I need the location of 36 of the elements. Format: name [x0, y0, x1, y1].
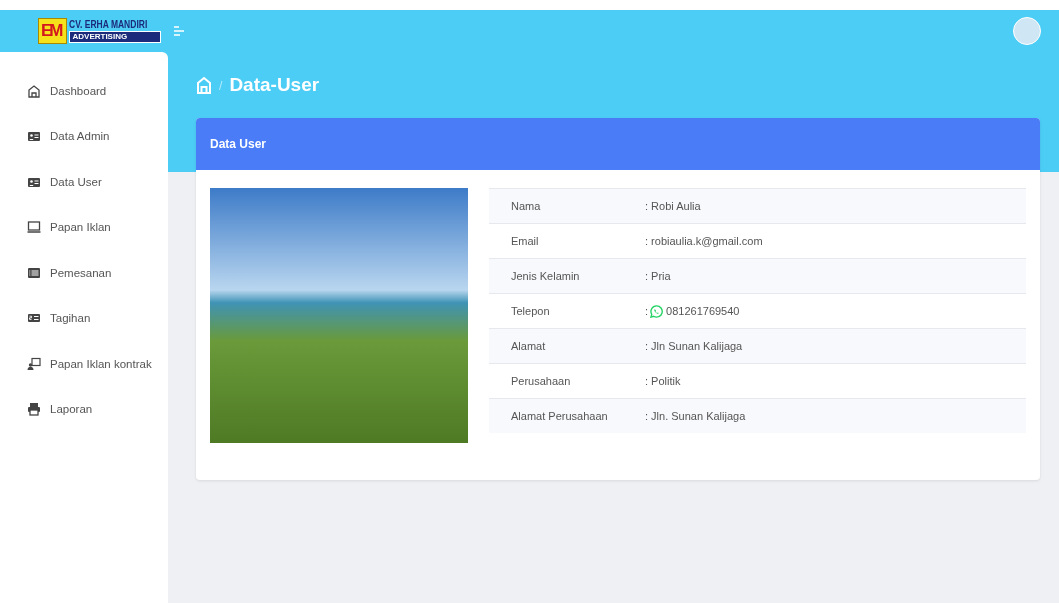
id-card-icon [27, 129, 41, 144]
field-label: Jenis Kelamin [510, 270, 581, 282]
sidebar-item[interactable]: Data User [0, 159, 168, 205]
monitor-icon [27, 220, 41, 235]
avatar[interactable] [1013, 17, 1041, 45]
field-label: Perusahaan [510, 375, 572, 387]
home-icon[interactable] [196, 76, 212, 94]
sidebar-item[interactable]: Data Admin [0, 113, 168, 159]
printer-icon [27, 402, 41, 417]
field-value: : Pria [645, 270, 671, 282]
sidebar-item[interactable]: Papan Iklan [0, 204, 168, 250]
field-label: Alamat Perusahaan [510, 410, 609, 422]
phone-number: 081261769540 [666, 305, 740, 317]
sidebar-item[interactable]: Dashboard [0, 68, 168, 114]
sidebar-item[interactable]: Laporan [0, 386, 168, 432]
field-value: : Jln Sunan Kalijaga [645, 340, 743, 352]
page-title: Data-User [229, 74, 320, 96]
field-label: Email [510, 235, 540, 247]
sidebar-item[interactable]: Pemesanan [0, 250, 168, 296]
home-icon [27, 83, 41, 98]
field-label: Alamat [510, 340, 547, 352]
field-value: : Politik [645, 375, 681, 387]
breadcrumb-separator: / [219, 79, 223, 91]
field-value: : Robi Aulia [645, 200, 701, 212]
card-title: Data User [210, 137, 267, 151]
menu-icon[interactable] [172, 25, 185, 37]
field-value: : Jln. Sunan Kalijaga [645, 410, 746, 422]
sidebar-item[interactable]: Papan Iklan kontrak [0, 341, 168, 387]
sidebar-item[interactable]: Tagihan [0, 295, 168, 341]
presentation-icon [27, 356, 41, 371]
list-icon [27, 265, 41, 280]
field-label: Telepon [510, 305, 551, 317]
field-value: : robiaulia.k@gmail.com [645, 235, 763, 247]
field-label: Nama [510, 200, 542, 212]
colon: : [645, 305, 649, 317]
whatsapp-icon[interactable] [650, 304, 664, 318]
